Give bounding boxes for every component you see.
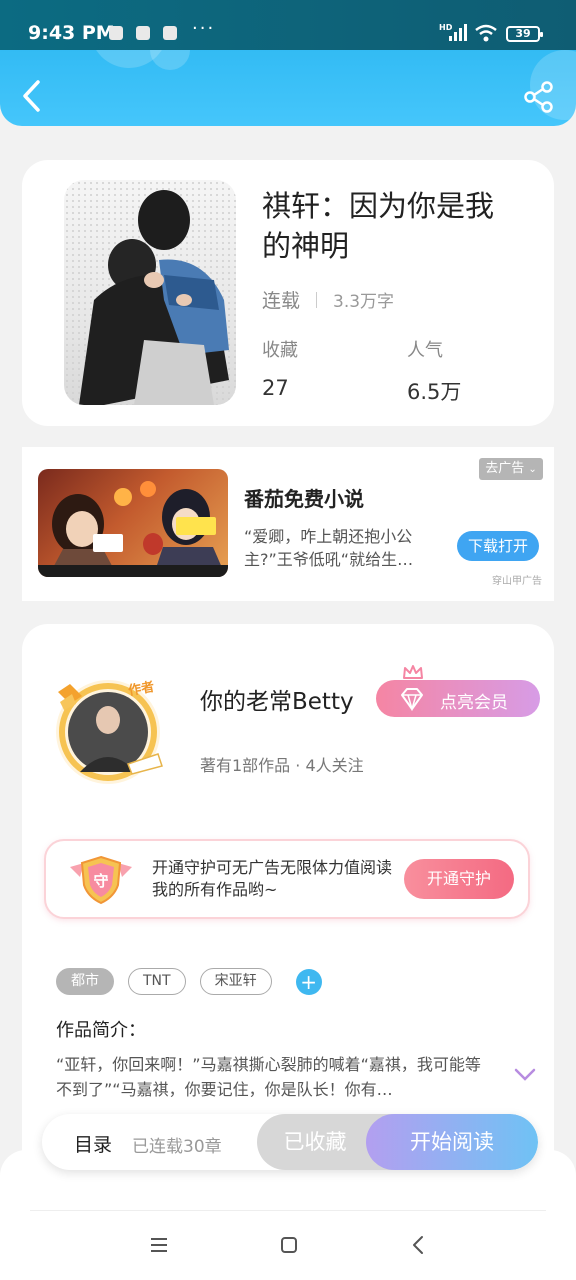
stat-popularity: 人气 6.5万 xyxy=(407,336,461,406)
share-icon[interactable] xyxy=(522,80,556,114)
signal-icon xyxy=(449,24,467,41)
ad-title: 番茄免费小说 xyxy=(244,487,364,511)
table-of-contents-button[interactable]: 目录 xyxy=(74,1130,112,1157)
status-time: 9:43 PM xyxy=(28,22,115,44)
word-count: 3.3万字 xyxy=(333,292,395,312)
intro-text: “亚轩，你回来啊！”马嘉祺撕心裂肺的喊着“嘉祺，我可能等不到了”“马嘉祺，你要记… xyxy=(56,1055,481,1099)
activate-guard-button[interactable]: 开通守护 xyxy=(404,859,514,899)
guard-promo: 守 开通守护可无广告无限体力值阅读我的所有作品哟~ 开通守护 xyxy=(44,839,530,919)
wifi-icon xyxy=(475,24,497,42)
book-title: 祺轩：因为你是我的神明 xyxy=(262,189,495,263)
vip-label: 点亮会员 xyxy=(440,693,508,713)
diamond-icon xyxy=(401,688,423,711)
download-open-button[interactable]: 下载打开 xyxy=(457,531,539,561)
intro-label: 作品简介： xyxy=(56,1020,146,1041)
menu-nav-icon[interactable] xyxy=(146,1232,172,1258)
notification-icon xyxy=(136,26,150,40)
start-reading-button[interactable]: 开始阅读 xyxy=(366,1114,538,1170)
top-header: 9:43 PM ··· HD 39 xyxy=(0,0,576,126)
author-avatar[interactable]: 作者 xyxy=(40,662,186,794)
tag-list: 都市 TNT 宋亚轩 + xyxy=(56,968,322,995)
more-notifications-icon: ··· xyxy=(192,18,216,39)
ad-image[interactable] xyxy=(38,469,228,577)
activate-vip-button[interactable]: 点亮会员 xyxy=(376,680,540,717)
book-meta: 连载 3.3万字 xyxy=(262,286,394,313)
ad-illustration xyxy=(38,481,228,577)
tag-item[interactable]: 都市 xyxy=(56,968,114,995)
collected-label: 已收藏 xyxy=(283,1130,347,1154)
crown-icon xyxy=(403,665,423,679)
remove-ad-label: 去广告 xyxy=(485,461,525,476)
battery-icon: 39 xyxy=(506,26,543,42)
chapter-count: 已连载30章 xyxy=(132,1137,222,1157)
guard-shield-icon: 守 xyxy=(70,855,132,905)
expand-chevron-icon[interactable] xyxy=(514,1068,536,1082)
stat-value: 27 xyxy=(262,376,289,400)
meta-divider xyxy=(316,291,318,308)
stat-label: 收藏 xyxy=(262,340,298,361)
guard-icon-char: 守 xyxy=(93,872,108,890)
add-tag-button[interactable]: + xyxy=(295,968,322,995)
home-nav-icon[interactable] xyxy=(276,1232,302,1258)
author-name[interactable]: 你的老常Betty xyxy=(200,682,354,716)
notification-icon xyxy=(109,26,123,40)
tag-item[interactable]: 宋亚轩 xyxy=(199,968,272,995)
tag-item[interactable]: TNT xyxy=(128,968,186,995)
book-cover[interactable] xyxy=(64,180,236,405)
ad-source: 穿山甲广告 xyxy=(492,576,542,587)
ad-banner[interactable]: 去广告 ⌄ 番茄免费小说 “爱卿，咋上朝还抱小公主?”王爷低吼“就给生… 下载打… xyxy=(22,447,554,601)
book-info-card: 祺轩：因为你是我的神明 连载 3.3万字 收藏 27 人气 6.5万 xyxy=(22,160,554,426)
guard-text: 开通守护可无广告无限体力值阅读我的所有作品哟~ xyxy=(152,858,393,899)
back-nav-icon[interactable] xyxy=(406,1232,432,1258)
back-button[interactable] xyxy=(18,78,46,114)
status-bar: 9:43 PM ··· HD 39 xyxy=(0,0,576,50)
ad-description: “爱卿，咋上朝还抱小公主?”王爷低吼“就给生… xyxy=(244,527,414,569)
action-bar: 目录 已连载30章 已收藏 开始阅读 xyxy=(42,1114,538,1170)
stat-value: 6.5万 xyxy=(407,380,462,404)
cover-illustration xyxy=(64,180,236,405)
book-status: 连载 xyxy=(262,290,301,312)
author-avatar-frame xyxy=(56,680,163,784)
chevron-down-icon: ⌄ xyxy=(528,464,537,475)
stat-label: 人气 xyxy=(407,340,443,361)
remove-ad-button[interactable]: 去广告 ⌄ xyxy=(479,458,543,480)
stat-favorites: 收藏 27 xyxy=(262,336,298,400)
nav-divider xyxy=(30,1210,546,1211)
notification-icon xyxy=(163,26,177,40)
author-stats: 著有1部作品 · 4人关注 xyxy=(200,756,364,775)
